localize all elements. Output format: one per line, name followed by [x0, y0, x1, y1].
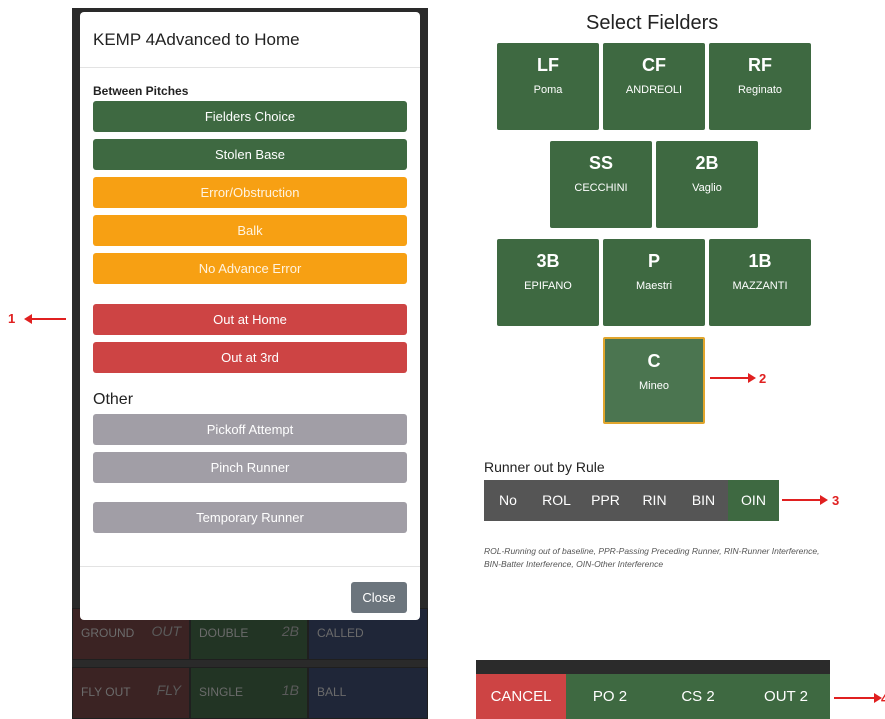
- rule-option-bin[interactable]: BIN: [679, 480, 728, 521]
- fielder-name: CECCHINI: [574, 182, 628, 194]
- annotation-4-label: 4: [881, 691, 885, 706]
- fielder-position: 3B: [536, 251, 560, 271]
- fielder-name: MAZZANTI: [732, 280, 788, 292]
- pinch-runner-button[interactable]: Pinch Runner: [93, 452, 407, 483]
- fielder-position: LF: [537, 55, 559, 75]
- fielder-position: C: [647, 351, 661, 371]
- temporary-runner-button[interactable]: Temporary Runner: [93, 502, 407, 533]
- annotation-4-arrow: [834, 693, 882, 703]
- rule-abbreviation-legend: ROL-Running out of baseline, PPR-Passing…: [484, 546, 820, 569]
- fielder-name: Mineo: [639, 380, 669, 392]
- between-pitches-heading: Between Pitches: [93, 84, 189, 98]
- single-cell[interactable]: SINGLE 1B: [190, 667, 308, 719]
- double-label: DOUBLE: [199, 626, 249, 640]
- out-2-button[interactable]: OUT 2: [742, 674, 830, 719]
- fielder-1b[interactable]: 1B MAZZANTI: [709, 239, 811, 326]
- other-heading: Other: [93, 391, 134, 408]
- pickoff-attempt-button[interactable]: Pickoff Attempt: [93, 414, 407, 445]
- fielder-p[interactable]: P Maestri: [603, 239, 705, 326]
- single-label: SINGLE: [199, 685, 244, 699]
- ball-cell[interactable]: BALL: [308, 667, 428, 719]
- stolen-base-button[interactable]: Stolen Base: [93, 139, 407, 170]
- fielder-name: Vaglio: [692, 182, 722, 194]
- ground-out-label: GROUND: [81, 626, 135, 640]
- fielder-2b[interactable]: 2B Vaglio: [656, 141, 758, 228]
- balk-button[interactable]: Balk: [93, 215, 407, 246]
- fielder-position: P: [647, 251, 660, 271]
- annotation-1-arrow: [24, 314, 66, 324]
- rule-option-no[interactable]: No: [484, 480, 532, 521]
- bottom-action-bar: CANCEL PO 2 CS 2 OUT 2: [476, 674, 830, 719]
- fielder-name: Maestri: [635, 280, 673, 292]
- out-icon: OUT: [151, 623, 181, 639]
- fielders-choice-button[interactable]: Fielders Choice: [93, 101, 407, 132]
- close-button[interactable]: Close: [351, 582, 407, 613]
- fielder-ss[interactable]: SS CECCHINI: [550, 141, 652, 228]
- annotation-2-label: 2: [759, 371, 767, 386]
- runner-out-rule-selector: No ROL PPR RIN BIN OIN: [484, 480, 779, 521]
- annotation-2-arrow: [710, 373, 756, 383]
- rule-option-oin-active[interactable]: OIN: [728, 480, 779, 521]
- fielder-cf[interactable]: CF ANDREOLI: [603, 43, 705, 130]
- single-base-icon: 1B: [281, 682, 299, 698]
- annotation-1-label: 1: [8, 311, 16, 326]
- called-label: CALLED: [317, 626, 364, 640]
- out-at-home-button[interactable]: Out at Home: [93, 304, 407, 335]
- modal-header-divider: [80, 67, 420, 68]
- po-2-button[interactable]: PO 2: [566, 674, 654, 719]
- runner-out-by-rule-heading: Runner out by Rule: [484, 459, 605, 475]
- modal-footer-divider: [80, 566, 420, 567]
- fly-icon: FLY: [156, 682, 181, 698]
- error-obstruction-button[interactable]: Error/Obstruction: [93, 177, 407, 208]
- fielder-name: EPIFANO: [524, 280, 572, 292]
- fielder-name: ANDREOLI: [625, 84, 683, 96]
- rule-option-rol[interactable]: ROL: [532, 480, 581, 521]
- rule-option-rin[interactable]: RIN: [630, 480, 679, 521]
- ball-label: BALL: [317, 685, 347, 699]
- cs-2-button[interactable]: CS 2: [654, 674, 742, 719]
- fielder-name: Reginato: [737, 84, 783, 96]
- background-play-grid: GROUND OUT DOUBLE 2B CALLED FLY OUT FLY …: [72, 608, 428, 719]
- phone-screen: GROUND OUT DOUBLE 2B CALLED FLY OUT FLY …: [72, 8, 428, 719]
- cancel-button[interactable]: CANCEL: [476, 674, 566, 719]
- select-fielders-title: Select Fielders: [586, 12, 719, 34]
- fly-out-label: FLY OUT: [81, 685, 131, 699]
- annotation-3-arrow: [782, 495, 828, 505]
- fielder-position: CF: [642, 55, 666, 75]
- fielder-rf[interactable]: RF Reginato: [709, 43, 811, 130]
- fielder-position: 2B: [695, 153, 719, 173]
- double-base-icon: 2B: [281, 623, 299, 639]
- fielder-3b[interactable]: 3B EPIFANO: [497, 239, 599, 326]
- bottom-bar-top-strip: [476, 660, 830, 674]
- fielder-c-selected[interactable]: C Mineo: [603, 337, 705, 424]
- out-at-3rd-button[interactable]: Out at 3rd: [93, 342, 407, 373]
- fielder-lf[interactable]: LF Poma: [497, 43, 599, 130]
- advance-modal: KEMP 4Advanced to Home Between Pitches F…: [80, 12, 420, 620]
- modal-title: KEMP 4Advanced to Home: [93, 30, 300, 49]
- annotation-3-label: 3: [832, 493, 840, 508]
- fielder-name: Poma: [533, 84, 563, 96]
- fielder-position: SS: [588, 153, 613, 173]
- fly-out-cell[interactable]: FLY OUT FLY: [72, 667, 190, 719]
- fielder-position: 1B: [748, 251, 772, 271]
- rule-option-ppr[interactable]: PPR: [581, 480, 630, 521]
- no-advance-error-button[interactable]: No Advance Error: [93, 253, 407, 284]
- fielder-position: RF: [748, 55, 772, 75]
